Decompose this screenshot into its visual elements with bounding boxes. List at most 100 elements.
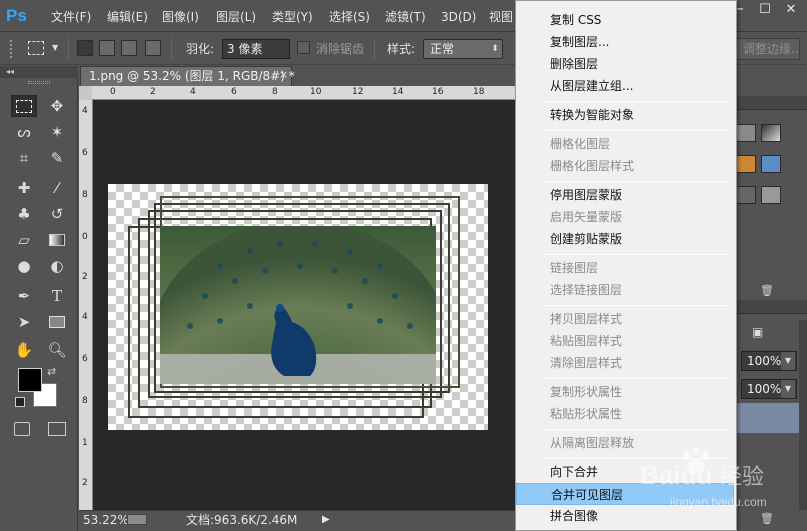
intersect-selection-icon[interactable] [145,40,161,56]
opacity-dropdown-icon[interactable]: ▼ [781,352,795,370]
crop-icon[interactable]: ⌗ [11,147,37,169]
menu-item-clear-layer-style: 清除图层样式 [550,356,623,370]
menu-separator [544,181,730,182]
menu-select[interactable]: 选择(S) [329,8,370,26]
fill-dropdown-icon[interactable]: ▼ [781,380,795,398]
menu-separator [544,378,730,379]
menu-item-select-linked-layers: 选择链接图层 [550,283,623,297]
zoom-level[interactable]: 53.22% [83,512,129,528]
menu-item-duplicate-layer[interactable]: 复制图层... [516,31,734,53]
menu-3d[interactable]: 3D(D) [441,8,476,26]
gradient-icon[interactable] [44,229,70,251]
preset-dropdown-icon[interactable]: ▼ [52,43,58,52]
adjustment-icon[interactable] [761,124,781,142]
menu-item-link-layers: 链接图层 [550,261,599,275]
close-tab-icon[interactable]: × [279,68,289,82]
ruler-tick: 8 [82,396,88,406]
menu-item-copy-shape-attributes: 复制形状属性 [550,385,623,399]
menu-item-delete-layer[interactable]: 删除图层 [516,53,734,75]
watermark-suffix: 经验 [720,465,764,490]
history-brush-icon[interactable]: ↺ [44,203,70,225]
magic-wand-icon[interactable]: ✶ [44,121,70,143]
menu-separator [544,429,730,430]
add-selection-icon[interactable] [99,40,115,56]
default-colors-icon[interactable] [15,397,25,407]
brush-icon[interactable]: ⁄ [44,177,70,199]
menu-item-copy-layer-style: 拷贝图层样式 [550,312,623,326]
ruler-top: 0 2 4 6 8 10 12 14 16 18 [92,86,516,100]
lock-icon[interactable]: ▣ [752,325,766,339]
healing-brush-icon[interactable]: ✚ [11,177,37,199]
move-icon[interactable]: ✥ [44,95,70,117]
clone-stamp-icon[interactable]: ♣ [11,203,37,225]
quick-mask-icon[interactable] [14,422,30,436]
ruler-tick: 6 [82,148,88,158]
menu-item-create-clipping-mask[interactable]: 创建剪贴蒙版 [516,228,734,250]
trash-icon[interactable]: 🗑︎ [760,284,774,298]
close-window-icon[interactable]: ✕ [777,0,805,20]
menu-separator [544,305,730,306]
ruler-tick: 12 [352,87,364,97]
photoshop-logo: Ps [6,6,27,25]
adjustment-icon[interactable] [736,186,756,204]
menu-file[interactable]: 文件(F) [51,8,91,26]
screen-mode-icon[interactable] [48,422,66,436]
menu-view[interactable]: 视图 [489,8,513,26]
blur-icon[interactable]: ● [11,255,37,277]
menu-type[interactable]: 类型(Y) [272,8,313,26]
subtract-selection-icon[interactable] [121,40,137,56]
tools-grip [28,81,50,84]
menu-item-enable-vector-mask: 启用矢量蒙版 [550,210,623,224]
status-menu-arrow[interactable]: ▶ [322,512,330,528]
menu-item-rasterize-layer-style: 栅格化图层样式 [550,159,635,173]
ruler-tick: 0 [110,87,116,97]
antialias-label: 消除锯齿 [316,42,365,56]
marquee-icon[interactable] [11,95,37,117]
type-icon[interactable]: T [44,285,70,307]
ruler-tick: 1 [82,438,88,448]
menu-item-convert-smart-object[interactable]: 转换为智能对象 [516,104,734,126]
menu-item-disable-layer-mask[interactable]: 停用图层蒙版 [516,184,734,206]
layers-panel-header [734,300,807,314]
feather-input[interactable]: 3 像素 [222,39,290,59]
zoom-preview-icon [127,514,147,525]
swap-colors-icon[interactable]: ⇄ [47,365,56,378]
document-tab[interactable]: 1.png @ 53.2% (图层 1, RGB/8#) * [80,66,295,86]
path-selection-icon[interactable]: ➤ [11,311,37,333]
selected-layer-row[interactable] [734,403,799,433]
adjustment-icon[interactable] [761,186,781,204]
menu-edit[interactable]: 编辑(E) [107,8,148,26]
menu-image[interactable]: 图像(I) [162,8,199,26]
maximize-icon[interactable]: ☐ [751,0,779,20]
adjustment-icon[interactable] [761,155,781,173]
rectangle-icon[interactable] [44,311,70,333]
pen-icon[interactable]: ✒ [11,285,37,307]
refine-edge-button[interactable]: 调整边缘... [736,38,800,60]
menu-item-group-from-layers[interactable]: 从图层建立组... [516,75,734,97]
new-selection-icon[interactable] [77,40,93,56]
foreground-color-swatch[interactable] [18,368,42,392]
layers-scrollbar[interactable] [799,320,807,510]
menu-layer[interactable]: 图层(L) [216,8,256,26]
menu-item-paste-layer-style: 粘贴图层样式 [550,334,623,348]
chevron-updown-icon: ⬍ [491,44,499,54]
dodge-icon[interactable]: ◐ [44,255,70,277]
antialias-checkbox[interactable] [297,41,310,54]
adjustment-icon[interactable] [736,124,756,142]
menu-item-rasterize-layer: 栅格化图层 [550,137,611,151]
options-grip [10,40,16,58]
ruler-tick: 14 [392,87,404,97]
ruler-tick: 4 [82,312,88,322]
adjustment-icon[interactable] [736,155,756,173]
lasso-icon[interactable]: ᔕ [11,121,37,143]
eraser-icon[interactable]: ▱ [11,229,37,251]
collapse-icon[interactable]: ◂◂ [6,67,14,77]
ruler-left: 4 6 8 0 2 4 6 8 1 2 [79,100,93,510]
menu-filter[interactable]: 滤镜(T) [385,8,426,26]
marquee-preset-icon[interactable] [28,41,44,55]
zoom-icon[interactable]: 🔍︎ [44,339,70,361]
eyedropper-icon[interactable]: ✎ [44,147,70,169]
menu-item-copy-css[interactable]: 复制 CSS [516,9,734,31]
hand-icon[interactable]: ✋ [11,339,37,361]
feather-label: 羽化: [186,42,215,56]
